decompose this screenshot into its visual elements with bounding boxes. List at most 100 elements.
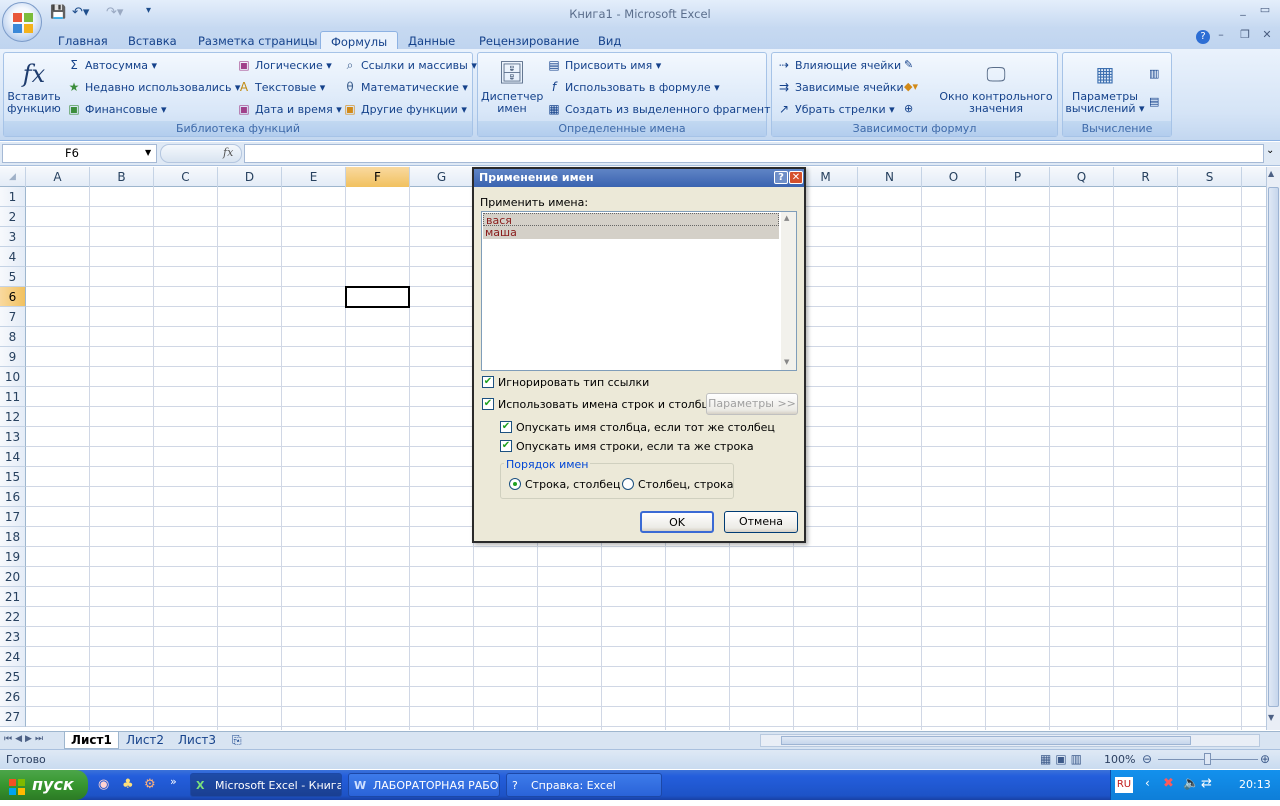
tab-page-layout[interactable]: Разметка страницы [188, 31, 327, 51]
listbox-scrollbar[interactable]: ▲ ▼ [781, 212, 796, 370]
omit-col-name-checkbox[interactable]: ✔ [500, 421, 512, 433]
column-header[interactable]: G [410, 167, 474, 187]
column-header[interactable]: Q [1050, 167, 1114, 187]
insert-function-button[interactable]: fx Вставить функцию [6, 59, 62, 115]
tab-insert[interactable]: Вставка [118, 31, 187, 51]
row-header[interactable]: 10 [0, 367, 26, 387]
name-list-item[interactable]: маша [483, 226, 779, 239]
name-box[interactable]: F6 [2, 144, 157, 163]
active-cell[interactable] [345, 286, 410, 308]
evaluate-formula-icon[interactable]: ⊕ [904, 100, 913, 118]
trace-precedents-button[interactable]: ⇢ Влияющие ячейки [776, 56, 901, 74]
sheet-tab-3[interactable]: Лист3 [172, 732, 222, 749]
zoom-slider-thumb[interactable] [1204, 753, 1211, 765]
row-header[interactable]: 8 [0, 327, 26, 347]
show-formulas-icon[interactable]: ✎ [904, 56, 913, 74]
watch-window-button[interactable]: 🖵 Окно контрольного значения [937, 59, 1055, 115]
office-button[interactable] [2, 2, 42, 42]
use-in-formula-button[interactable]: f Использовать в формуле ▾ [546, 78, 720, 96]
recently-used-button[interactable]: ★ Недавно использовались ▾ [66, 78, 241, 96]
task-word[interactable]: W ЛАБОРАТОРНАЯ РАБО... [348, 773, 500, 797]
trace-dependents-button[interactable]: ⇉ Зависимые ячейки [776, 78, 904, 96]
maximize-icon[interactable]: ▭ [1254, 3, 1276, 19]
formula-input[interactable] [244, 144, 1264, 163]
calculate-now-icon[interactable]: ▥ [1149, 65, 1159, 83]
sheet-tab-2[interactable]: Лист2 [120, 732, 170, 749]
language-indicator[interactable]: RU [1115, 777, 1133, 793]
cancel-button[interactable]: Отмена [724, 511, 798, 533]
column-header[interactable]: D [218, 167, 282, 187]
define-name-button[interactable]: ▤ Присвоить имя ▾ [546, 56, 661, 74]
row-header[interactable]: 4 [0, 247, 26, 267]
text-button[interactable]: A Текстовые ▾ [236, 78, 325, 96]
tray-volume-icon[interactable]: 🔈 [1183, 776, 1199, 791]
row-header[interactable]: 26 [0, 687, 26, 707]
more-functions-button[interactable]: ▣ Другие функции ▾ [342, 100, 467, 118]
logical-button[interactable]: ▣ Логические ▾ [236, 56, 332, 74]
quicklaunch-more-icon[interactable]: » [170, 775, 177, 788]
scroll-down-icon[interactable]: ▼ [1268, 713, 1274, 722]
row-header[interactable]: 24 [0, 647, 26, 667]
workbook-restore-icon[interactable]: ❐ [1234, 28, 1256, 44]
name-manager-button[interactable]: 🗄 Диспетчер имен [481, 59, 543, 115]
row-header[interactable]: 7 [0, 307, 26, 327]
tab-review[interactable]: Рецензирование [469, 31, 589, 51]
workbook-close-icon[interactable]: ✕ [1256, 28, 1278, 44]
start-button[interactable]: пуск [0, 770, 88, 800]
tray-antivirus-icon[interactable]: ✖ [1163, 776, 1174, 791]
qat-customize-icon[interactable]: ▾ [146, 5, 151, 23]
insert-sheet-icon[interactable]: ⎘ [226, 732, 248, 749]
use-row-col-names-checkbox[interactable]: ✔ [482, 398, 494, 410]
row-header[interactable]: 14 [0, 447, 26, 467]
calculate-sheet-icon[interactable]: ▤ [1149, 93, 1159, 111]
task-help[interactable]: ? Справка: Excel [506, 773, 662, 797]
tray-network-icon[interactable]: ⇄ [1201, 776, 1212, 791]
row-header[interactable]: 25 [0, 667, 26, 687]
names-listbox[interactable]: вася маша ▲ ▼ [481, 211, 797, 371]
column-header[interactable]: A [26, 167, 90, 187]
row-header[interactable]: 21 [0, 587, 26, 607]
redo-icon[interactable]: ↷▾ [106, 5, 123, 23]
remove-arrows-button[interactable]: ↗ Убрать стрелки ▾ [776, 100, 895, 118]
horizontal-scroll-thumb[interactable] [781, 736, 1191, 745]
row-header[interactable]: 16 [0, 487, 26, 507]
scroll-thumb[interactable] [1268, 187, 1279, 707]
zoom-in-icon[interactable]: ⊕ [1260, 752, 1270, 766]
row-header[interactable]: 11 [0, 387, 26, 407]
row-header[interactable]: 1 [0, 187, 26, 207]
row-header[interactable]: 18 [0, 527, 26, 547]
row-header[interactable]: 22 [0, 607, 26, 627]
row-header[interactable]: 3 [0, 227, 26, 247]
row-header[interactable]: 27 [0, 707, 26, 727]
column-header[interactable]: P [986, 167, 1050, 187]
task-excel[interactable]: X Microsoft Excel - Книга1 [190, 773, 342, 797]
lookup-button[interactable]: ⌕ Ссылки и массивы ▾ [342, 56, 477, 74]
column-header[interactable]: E [282, 167, 346, 187]
quicklaunch-icon[interactable]: ♣ [122, 777, 134, 792]
row-header[interactable]: 2 [0, 207, 26, 227]
name-list-item[interactable]: вася [483, 213, 779, 227]
tab-home[interactable]: Главная [48, 31, 118, 51]
row-header[interactable]: 23 [0, 627, 26, 647]
column-header[interactable]: S [1178, 167, 1242, 187]
date-time-button[interactable]: ▣ Дата и время ▾ [236, 100, 341, 118]
ok-button[interactable]: OK [640, 511, 714, 533]
column-header[interactable]: F [346, 167, 410, 187]
column-header[interactable]: C [154, 167, 218, 187]
help-icon[interactable]: ? [1196, 30, 1210, 44]
autosum-button[interactable]: Σ Автосумма ▾ [66, 56, 157, 74]
horizontal-scrollbar[interactable] [760, 734, 1260, 747]
zoom-level[interactable]: 100% [1104, 753, 1135, 766]
sheet-tab-1[interactable]: Лист1 [64, 732, 119, 749]
row-header[interactable]: 19 [0, 547, 26, 567]
financial-button[interactable]: ▣ Финансовые ▾ [66, 100, 166, 118]
sheet-navigation-icons[interactable]: ⏮◀▶⏭ [4, 734, 46, 744]
row-header[interactable]: 6 [0, 287, 26, 307]
minimize-icon[interactable]: _ [1232, 3, 1254, 19]
column-header[interactable]: R [1114, 167, 1178, 187]
column-header[interactable]: O [922, 167, 986, 187]
workbook-minimize-icon[interactable]: – [1210, 28, 1232, 44]
undo-icon[interactable]: ↶▾ [72, 5, 89, 23]
order-col-row-radio[interactable] [622, 478, 634, 490]
ignore-ref-type-checkbox[interactable]: ✔ [482, 376, 494, 388]
